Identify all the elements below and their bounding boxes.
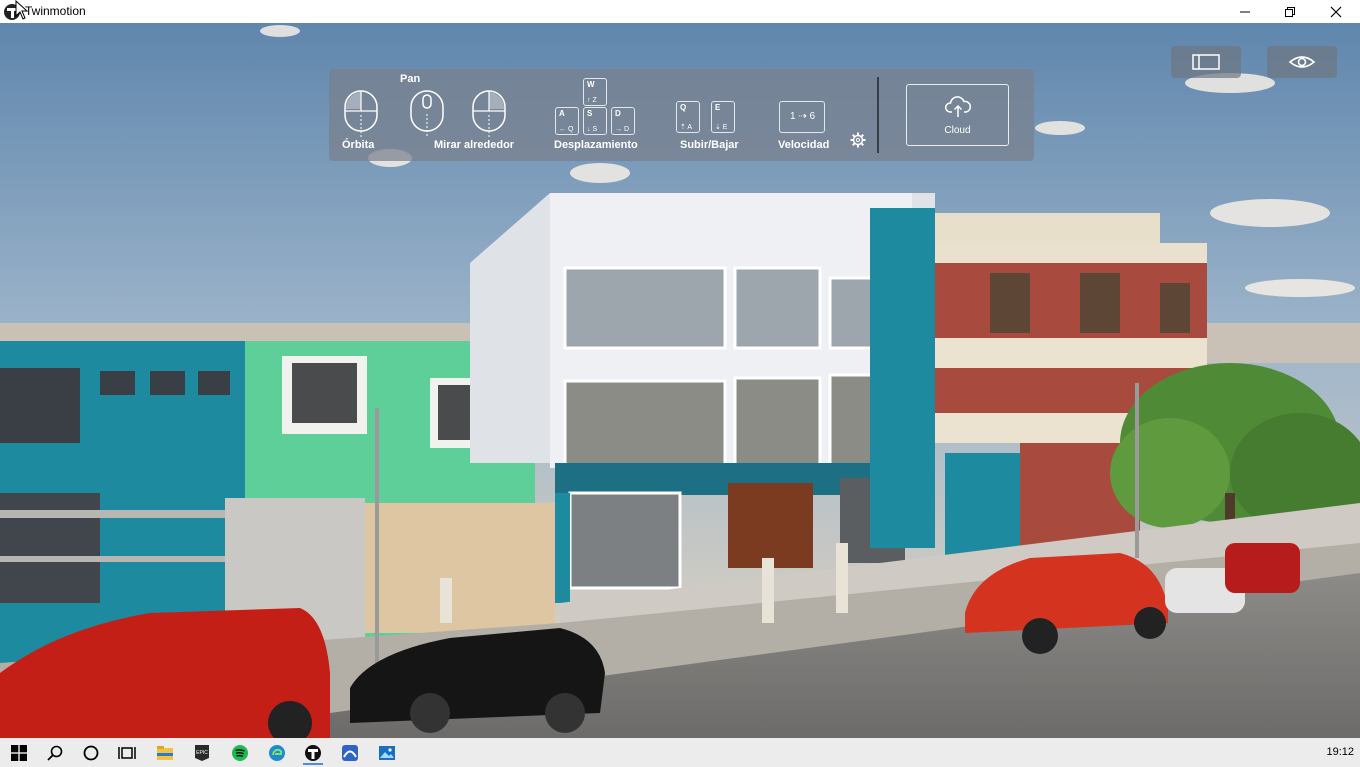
photos-app-button[interactable] — [337, 740, 363, 765]
cortana-icon — [83, 745, 99, 760]
task-view-button[interactable] — [114, 740, 140, 765]
navigation-controls-panel: Órbita Pan Mirar alrededor W ↑ Z A ← Q S ↓ … — [329, 69, 1034, 161]
windows-start-icon — [11, 744, 27, 761]
cloud-upload-icon — [945, 96, 971, 117]
twinmotion-taskbar-button[interactable] — [300, 740, 326, 765]
photos-button[interactable] — [374, 740, 400, 765]
close-icon — [1330, 6, 1342, 17]
restore-button[interactable] — [1267, 0, 1313, 23]
photos-icon — [379, 745, 395, 760]
epic-games-icon: EPIC — [195, 744, 209, 761]
orbit-label: Órbita — [342, 139, 375, 151]
mouse-middle-button-icon — [410, 90, 444, 137]
key-a: A ← Q — [555, 107, 579, 135]
up-down-control: Q ⇡ A E ⇣ E Subir/Bajar — [674, 69, 744, 161]
system-clock[interactable]: 19:12 — [1326, 746, 1354, 758]
file-explorer-icon — [157, 745, 173, 760]
speed-keys: 1 ⇢ 6 — [779, 101, 825, 133]
speed-label: Velocidad — [778, 139, 830, 151]
gear-icon[interactable] — [850, 132, 866, 148]
spotify-icon — [232, 744, 248, 761]
speed-control: 1 ⇢ 6 Velocidad — [774, 69, 834, 161]
key-d: D → D — [611, 107, 635, 135]
key-s: S ↓ S — [583, 107, 607, 135]
restore-icon — [1285, 6, 1295, 17]
mouse-left-button-icon — [344, 90, 378, 139]
title-bar[interactable]: Twinmotion — [0, 0, 1360, 23]
mouse-right-button-icon — [472, 90, 506, 139]
panel-layout-icon — [1192, 54, 1220, 70]
edge-button[interactable] — [264, 740, 290, 765]
close-button[interactable] — [1313, 0, 1359, 23]
orbit-control: Órbita — [329, 69, 399, 161]
photos-app-icon — [342, 744, 358, 761]
twinmotion-icon — [305, 744, 321, 761]
cortana-button[interactable] — [78, 740, 104, 765]
window-title: Twinmotion — [25, 4, 86, 18]
mouse-cursor-icon — [15, 0, 29, 20]
epic-games-button[interactable]: EPIC — [189, 740, 215, 765]
key-w: W ↑ Z — [583, 78, 607, 106]
task-view-icon — [118, 746, 136, 759]
movement-label: Desplazamiento — [554, 139, 638, 151]
search-icon — [47, 745, 63, 761]
minimize-icon — [1240, 11, 1250, 12]
windows-taskbar: EPIC 19:12 — [0, 738, 1360, 767]
file-explorer-button[interactable] — [152, 740, 178, 765]
panel-divider — [877, 77, 879, 153]
key-q: Q ⇡ A — [676, 101, 700, 133]
view-mode-button[interactable] — [1267, 46, 1337, 78]
look-around-label: Mirar alrededor — [434, 139, 515, 151]
search-button[interactable] — [42, 740, 68, 765]
svg-text:EPIC: EPIC — [196, 750, 208, 756]
movement-control: W ↑ Z A ← Q S ↓ S D → D Desplazamiento — [549, 69, 644, 161]
spotify-button[interactable] — [227, 740, 253, 765]
minimize-button[interactable] — [1222, 0, 1268, 23]
up-down-label: Subir/Bajar — [680, 139, 739, 151]
edge-icon — [269, 744, 285, 761]
look-around-control: Pan Mirar alrededor — [399, 69, 514, 161]
cloud-button[interactable]: Cloud — [906, 84, 1009, 146]
3d-viewport[interactable]: Órbita Pan Mirar alrededor W ↑ Z A ← Q S ↓ … — [0, 23, 1360, 738]
key-e: E ⇣ E — [711, 101, 735, 133]
pan-label: Pan — [400, 73, 421, 85]
toggle-panel-button[interactable] — [1171, 46, 1241, 78]
cloud-label: Cloud — [944, 125, 971, 136]
start-button[interactable] — [6, 740, 32, 765]
eye-icon — [1288, 56, 1316, 68]
